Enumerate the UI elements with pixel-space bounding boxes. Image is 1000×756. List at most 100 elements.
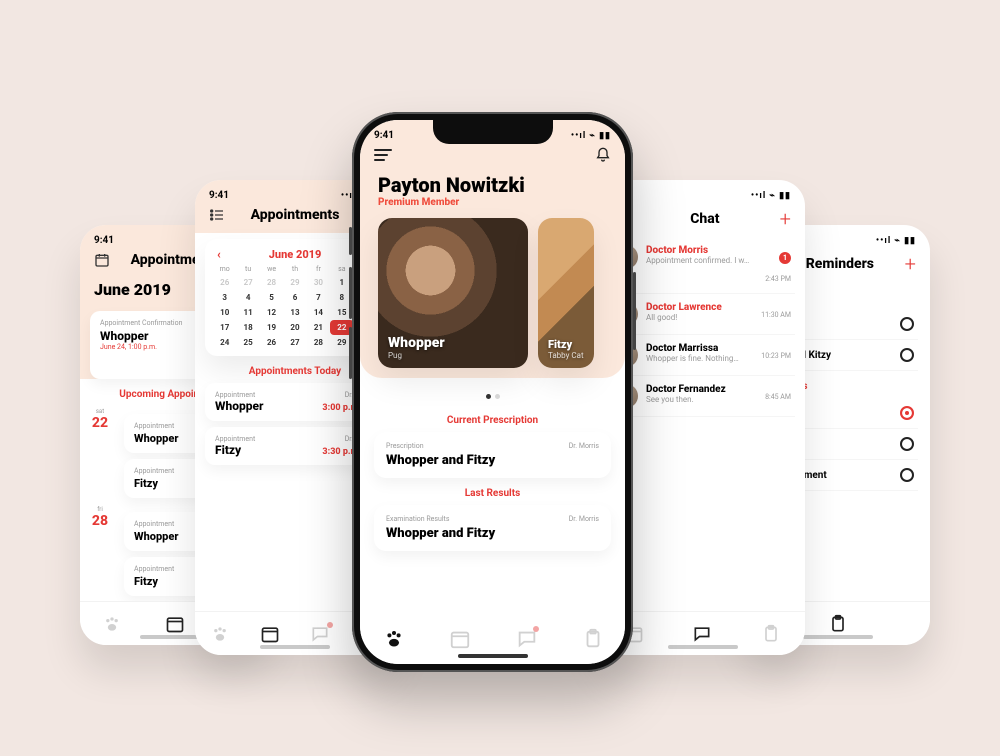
status-icons: ••ıl ⌁ ▮▮	[876, 236, 916, 246]
message-time: 2:43 PM	[765, 275, 791, 283]
last-message: See you then.	[646, 395, 757, 404]
checkbox[interactable]	[900, 317, 914, 331]
cal-day[interactable]: 11	[236, 305, 259, 320]
membership-tier: Premium Member	[360, 197, 625, 218]
pet-breed: Tabby Cat	[548, 351, 584, 360]
cal-day[interactable]: 29	[283, 275, 306, 290]
cal-day[interactable]: 21	[307, 320, 330, 335]
checkbox[interactable]	[900, 348, 914, 362]
appt-pet: Fitzy	[215, 443, 241, 457]
clipboard-icon[interactable]	[828, 614, 848, 634]
cal-day[interactable]: 4	[236, 290, 259, 305]
card-label: Examination Results	[386, 515, 449, 523]
message-time: 11:30 AM	[761, 311, 791, 319]
screen-title: Appointments	[251, 207, 340, 223]
chat-icon[interactable]	[692, 624, 712, 644]
day-label: sat22	[86, 408, 114, 431]
message-time: 8:45 AM	[765, 393, 791, 401]
cal-day[interactable]: 10	[213, 305, 236, 320]
cal-day[interactable]: 20	[283, 320, 306, 335]
cal-day[interactable]: 26	[213, 275, 236, 290]
chat-thread[interactable]: Doctor FernandezSee you then. 8:45 AM	[610, 376, 795, 417]
paw-icon[interactable]	[102, 614, 122, 634]
list-icon[interactable]	[209, 208, 225, 222]
status-time: 9:41	[374, 130, 394, 141]
chat-thread[interactable]: Doctor MarrissaWhopper is fine. Nothing……	[610, 335, 795, 376]
card-doctor: Dr. Morris	[569, 515, 599, 523]
appt-label: Appointment	[134, 520, 174, 528]
checkbox[interactable]	[900, 468, 914, 482]
dow: th	[283, 261, 306, 275]
menu-icon[interactable]	[374, 149, 392, 161]
dow: mo	[213, 261, 236, 275]
results-card[interactable]: Examination Results Dr. Morris Whopper a…	[374, 505, 611, 551]
appt-label: Appointment	[215, 391, 255, 399]
doctor-name: Doctor Morris	[646, 245, 757, 256]
appt-label: Appointment	[134, 565, 174, 573]
clipboard-icon[interactable]	[761, 624, 781, 644]
status-time: 9:41	[94, 235, 114, 246]
pet-carousel[interactable]: Whopper Pug Fitzy Tabby Cat	[360, 218, 625, 368]
paw-icon[interactable]	[383, 628, 403, 648]
prescription-heading: Current Prescription	[360, 415, 625, 426]
cal-day[interactable]: 30	[307, 275, 330, 290]
prescription-text: Whopper and Fitzy	[386, 453, 599, 468]
cal-day[interactable]: 27	[236, 275, 259, 290]
cal-day[interactable]: 28	[260, 275, 283, 290]
paw-icon[interactable]	[210, 624, 230, 644]
checkbox[interactable]	[900, 406, 914, 420]
home-indicator	[458, 654, 528, 658]
cal-day[interactable]: 12	[260, 305, 283, 320]
status-icons: ••ıl ⌁ ▮▮	[571, 131, 611, 141]
cal-prev[interactable]: ‹	[213, 247, 225, 261]
results-heading: Last Results	[360, 488, 625, 499]
results-text: Whopper and Fitzy	[386, 526, 599, 541]
checkbox[interactable]	[900, 437, 914, 451]
cal-day[interactable]: 6	[283, 290, 306, 305]
chat-thread[interactable]: Doctor LawrenceAll good!11:30 AM	[610, 294, 795, 335]
day-label: fri28	[86, 506, 114, 529]
bell-icon[interactable]	[595, 147, 611, 163]
cal-day[interactable]: 24	[213, 335, 236, 350]
last-message: Appointment confirmed. I w…	[646, 256, 757, 265]
card-doctor: Dr. Morris	[569, 442, 599, 450]
confirm-when: June 24, 1:00 p.m.	[100, 343, 157, 351]
chat-icon[interactable]	[310, 624, 330, 644]
cal-day[interactable]: 7	[307, 290, 330, 305]
card-label: Prescription	[386, 442, 424, 450]
pet-name: Fitzy	[548, 338, 584, 351]
pet-card-whopper[interactable]: Whopper Pug	[378, 218, 528, 368]
appt-pet: Whopper	[215, 399, 263, 413]
calendar-icon[interactable]	[260, 624, 280, 644]
cal-day[interactable]: 18	[236, 320, 259, 335]
calendar-icon	[94, 252, 110, 268]
cal-day[interactable]: 27	[283, 335, 306, 350]
home-indicator	[668, 645, 738, 649]
home-indicator	[803, 635, 873, 639]
calendar-icon[interactable]	[165, 614, 185, 634]
chat-thread[interactable]: Doctor MorrisAppointment confirmed. I w……	[610, 237, 795, 294]
appt-label: Appointment	[215, 435, 255, 443]
cal-day[interactable]: 28	[307, 335, 330, 350]
clipboard-icon[interactable]	[582, 628, 602, 648]
screen-title: Reminders	[806, 256, 874, 272]
prescription-card[interactable]: Prescription Dr. Morris Whopper and Fitz…	[374, 432, 611, 478]
cal-day[interactable]: 17	[213, 320, 236, 335]
add-button[interactable]: +	[780, 207, 791, 231]
status-time: 9:41	[209, 190, 229, 201]
chat-icon[interactable]	[516, 628, 536, 648]
cal-day[interactable]: 19	[260, 320, 283, 335]
calendar-icon[interactable]	[449, 628, 469, 648]
confirm-label: Appointment Confirmation	[100, 319, 182, 327]
add-button[interactable]: +	[905, 252, 916, 276]
cal-day[interactable]: 14	[307, 305, 330, 320]
cal-day[interactable]: 5	[260, 290, 283, 305]
cal-day[interactable]: 3	[213, 290, 236, 305]
cal-day[interactable]: 26	[260, 335, 283, 350]
phone-frame: 9:41 ••ıl ⌁ ▮▮ Payton Nowitzki Premium M…	[352, 112, 633, 672]
cal-day[interactable]: 25	[236, 335, 259, 350]
cal-day[interactable]: 13	[283, 305, 306, 320]
doctor-name: Doctor Fernandez	[646, 384, 757, 395]
pet-card-fitzy[interactable]: Fitzy Tabby Cat	[538, 218, 594, 368]
carousel-dots	[360, 378, 625, 405]
